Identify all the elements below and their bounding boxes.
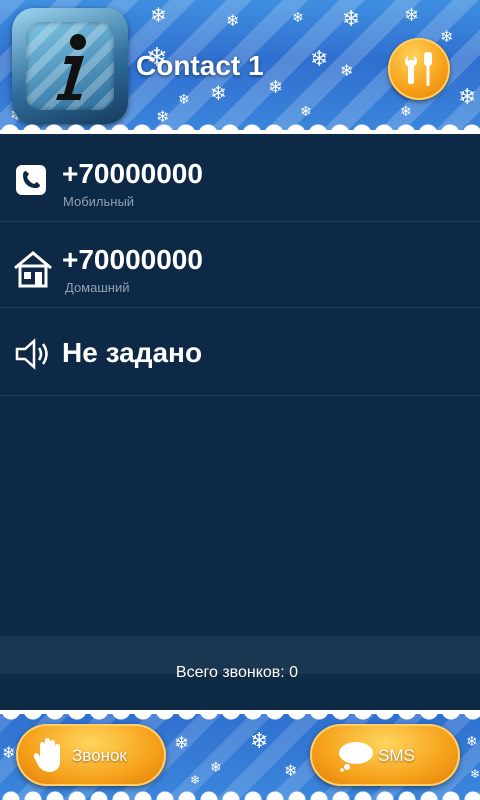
page-title: Contact 1 — [136, 50, 264, 81]
snowflake-icon: ❄ — [250, 728, 269, 753]
speaker-icon — [14, 338, 54, 375]
speech-bubble-icon — [336, 740, 376, 777]
info-glyph — [56, 34, 86, 100]
phone-type-label: Домашний — [65, 280, 130, 295]
ringtone-value: Не задано — [62, 337, 203, 368]
snowflake-icon: ❄ — [400, 103, 412, 119]
phone-icon — [14, 163, 48, 202]
snowflake-icon: ❄ — [190, 773, 201, 787]
phone-row-home[interactable]: +70000000 Домашний — [0, 222, 480, 308]
phone-number: +70000000 — [62, 158, 203, 189]
snowflake-icon: ❄ — [210, 83, 227, 105]
phone-number: +70000000 — [62, 244, 203, 275]
info-icon[interactable] — [12, 8, 128, 124]
call-button-label: Звонок — [72, 746, 127, 765]
info-icon-face — [26, 22, 114, 110]
ringtone-row[interactable]: Не задано — [0, 308, 480, 396]
snowflake-icon: ❄ — [404, 5, 420, 25]
snowflake-icon: ❄ — [268, 77, 284, 97]
phone-type-label: Мобильный — [63, 194, 135, 209]
snowflake-icon: ❄ — [340, 63, 354, 80]
sms-button[interactable]: SMS — [310, 724, 460, 786]
total-calls-text: Всего звонков: 0 — [175, 664, 299, 681]
snowflake-icon: ❄ — [458, 84, 477, 109]
snowflake-icon: ❄ — [342, 6, 361, 31]
snowflake-icon: ❄ — [2, 745, 16, 762]
snowflake-icon: ❄ — [470, 767, 480, 781]
snowflake-icon: ❄ — [284, 763, 298, 780]
snowflake-icon: ❄ — [178, 91, 190, 107]
bottom-toolbar: ❄ ❄ ❄ ❄ ❄ ❄ ❄ ❄ Звонок SMS — [0, 710, 480, 800]
snowflake-icon: ❄ — [300, 103, 312, 119]
phone-row-mobile[interactable]: +70000000 Мобильный — [0, 136, 480, 222]
call-button[interactable]: Звонок — [16, 724, 166, 786]
hand-icon — [32, 735, 68, 780]
snowflake-icon: ❄ — [466, 733, 478, 749]
snowflake-icon: ❄ — [150, 5, 167, 27]
snowflake-icon: ❄ — [226, 13, 240, 30]
tools-button[interactable] — [388, 38, 450, 100]
header-bar: ❄ ❄ ❄ ❄ ❄ ❄ ❄ ❄ ❄ ❄ ❄ ❄ ❄ ❄ ❄ ❄ ❄ Contac… — [0, 0, 480, 134]
snowflake-icon: ❄ — [310, 46, 329, 71]
house-icon — [12, 248, 54, 293]
snowflake-icon: ❄ — [156, 109, 170, 126]
sms-button-label: SMS — [378, 746, 415, 765]
snowflake-icon: ❄ — [292, 9, 304, 25]
snowflake-icon: ❄ — [174, 733, 190, 753]
snowflake-icon: ❄ — [210, 759, 222, 775]
tools-icon — [405, 52, 432, 86]
